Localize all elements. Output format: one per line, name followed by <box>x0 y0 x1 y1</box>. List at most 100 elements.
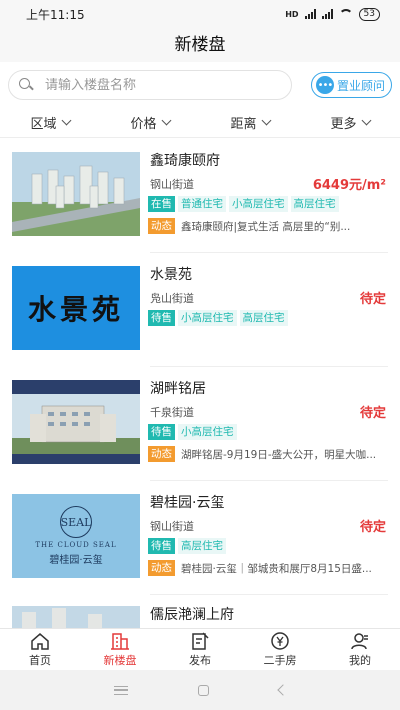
chevron-down-icon <box>161 115 171 126</box>
type-tag: 小高层住宅 <box>178 424 237 440</box>
listing-price: 待定 <box>359 520 386 535</box>
listing-news[interactable]: 动态 鑫琦康颐府|复式生活 高层里的“别... <box>148 218 388 234</box>
news-badge: 动态 <box>148 218 175 234</box>
type-tag: 小高层住宅 <box>229 196 288 212</box>
tab-second-hand[interactable]: 二手房 <box>240 629 320 670</box>
type-tag: 小高层住宅 <box>178 310 237 326</box>
status-time: 上午11:15 <box>26 7 85 22</box>
listing-item[interactable]: 湖畔铭居 千泉街道 待定 待售 小高层住宅 动态 湖畔铭居-9月19日-盛大公开… <box>0 374 400 488</box>
chevron-down-icon <box>361 115 371 126</box>
listing-image: 水景苑 <box>12 266 140 350</box>
yuan-icon <box>271 632 289 650</box>
listing-image: SEAL THE CLOUD SEAL 碧桂园·云玺 <box>12 494 140 578</box>
listing-news[interactable]: 动态 碧桂园·云玺｜邹城贵和展厅8月15日盛... <box>148 560 388 576</box>
divider <box>150 366 388 367</box>
news-text: 鑫琦康颐府|复式生活 高层里的“别... <box>181 220 351 233</box>
tab-new-homes[interactable]: 新楼盘 <box>80 629 160 670</box>
filter-label: 区域 <box>30 117 57 132</box>
building-icon <box>111 633 129 650</box>
advisor-button[interactable]: ••• 置业顾问 <box>310 72 392 98</box>
search-input[interactable] <box>45 77 265 93</box>
signal-icon-2 <box>321 9 333 19</box>
listing-tags: 在售 普通住宅 小高层住宅 高层住宅 <box>148 196 339 212</box>
tab-label: 二手房 <box>263 654 297 667</box>
listing-image <box>12 606 140 628</box>
home-icon <box>31 633 49 650</box>
user-icon <box>351 633 368 650</box>
status-icons: HD 53 <box>285 7 380 21</box>
listing-tags: 待售 高层住宅 <box>148 538 226 554</box>
status-badge: 待售 <box>148 538 175 554</box>
news-text: 湖畔铭居-9月19日-盛大公开，明星大咖... <box>181 448 377 461</box>
listing-price: 6449元/m² <box>312 178 386 193</box>
filter-label: 更多 <box>330 117 357 132</box>
listing-name: 鑫琦康颐府 <box>150 153 220 169</box>
page-title: 新楼盘 <box>0 28 400 62</box>
listing-street: 千泉街道 <box>150 406 194 419</box>
tab-label: 发布 <box>189 654 211 667</box>
filter-row: 区域 价格 距离 更多 <box>0 108 400 138</box>
listing-name: 碧桂园·云玺 <box>150 495 225 511</box>
news-badge: 动态 <box>148 446 175 462</box>
network-label: HD <box>285 9 299 19</box>
filter-label: 价格 <box>130 117 157 132</box>
signal-icon <box>304 9 316 19</box>
filter-label: 距离 <box>230 117 257 132</box>
chat-icon: ••• <box>315 76 334 94</box>
bottom-tab-bar: 首页 新楼盘 发布 二手房 我的 <box>0 628 400 670</box>
listing-price: 待定 <box>359 406 386 421</box>
news-text: 碧桂园·云玺｜邹城贵和展厅8月15日盛... <box>181 562 372 575</box>
tab-mine[interactable]: 我的 <box>320 629 400 670</box>
chevron-down-icon <box>261 115 271 126</box>
divider <box>150 252 388 253</box>
home-button-icon[interactable] <box>197 684 209 696</box>
type-tag: 高层住宅 <box>239 310 288 326</box>
tab-label: 新楼盘 <box>103 654 137 667</box>
wifi-icon <box>338 9 353 19</box>
listing-street: 凫山街道 <box>150 292 194 305</box>
type-tag: 高层住宅 <box>290 196 339 212</box>
filter-price[interactable]: 价格 <box>130 113 171 132</box>
listing-image-caption: THE CLOUD SEAL <box>35 541 117 549</box>
listing-image-text: 碧桂园·云玺 <box>49 555 103 566</box>
status-badge: 待售 <box>148 424 175 440</box>
listing-tags: 待售 小高层住宅 高层住宅 <box>148 310 288 326</box>
listing-item[interactable]: 鑫琦康颐府 钢山街道 6449元/m² 在售 普通住宅 小高层住宅 高层住宅 动… <box>0 146 400 260</box>
listing-name: 儒辰滟澜上府 <box>150 607 234 623</box>
search-row: ••• 置业顾问 <box>0 62 400 108</box>
status-bar: 上午11:15 HD 53 <box>0 0 400 28</box>
search-icon <box>19 78 33 92</box>
system-nav-bar <box>0 670 400 710</box>
listing-list[interactable]: 鑫琦康颐府 钢山街道 6449元/m² 在售 普通住宅 小高层住宅 高层住宅 动… <box>0 138 400 628</box>
back-icon[interactable] <box>276 684 289 696</box>
listing-item[interactable]: SEAL THE CLOUD SEAL 碧桂园·云玺 碧桂园·云玺 钢山街道 待… <box>0 488 400 602</box>
type-tag: 高层住宅 <box>178 538 226 554</box>
tab-publish[interactable]: 发布 <box>160 629 240 670</box>
status-badge: 在售 <box>148 196 175 212</box>
battery-icon: 53 <box>358 7 380 21</box>
listing-item[interactable]: 儒辰滟澜上府 <box>0 602 400 628</box>
search-box[interactable] <box>8 70 292 100</box>
listing-street: 钢山街道 <box>150 178 194 191</box>
divider <box>150 480 388 481</box>
type-tag: 普通住宅 <box>178 196 226 212</box>
listing-street: 钢山街道 <box>150 520 194 533</box>
filter-area[interactable]: 区域 <box>30 113 71 132</box>
status-badge: 待售 <box>148 310 175 326</box>
chevron-down-icon <box>61 115 71 126</box>
publish-icon <box>192 632 209 650</box>
menu-icon[interactable] <box>113 685 128 695</box>
tab-label: 我的 <box>349 654 371 667</box>
filter-distance[interactable]: 距离 <box>230 113 271 132</box>
tab-home[interactable]: 首页 <box>0 629 80 670</box>
listing-image <box>12 152 140 236</box>
listing-image <box>12 380 140 464</box>
listing-name: 湖畔铭居 <box>150 381 206 397</box>
listing-news[interactable]: 动态 湖畔铭居-9月19日-盛大公开，明星大咖... <box>148 446 388 462</box>
filter-more[interactable]: 更多 <box>330 113 371 132</box>
listing-price: 待定 <box>359 292 386 307</box>
listing-name: 水景苑 <box>150 267 192 283</box>
listing-item[interactable]: 水景苑 水景苑 凫山街道 待定 待售 小高层住宅 高层住宅 <box>0 260 400 374</box>
advisor-label: 置业顾问 <box>336 78 385 93</box>
listing-tags: 待售 小高层住宅 <box>148 424 237 440</box>
